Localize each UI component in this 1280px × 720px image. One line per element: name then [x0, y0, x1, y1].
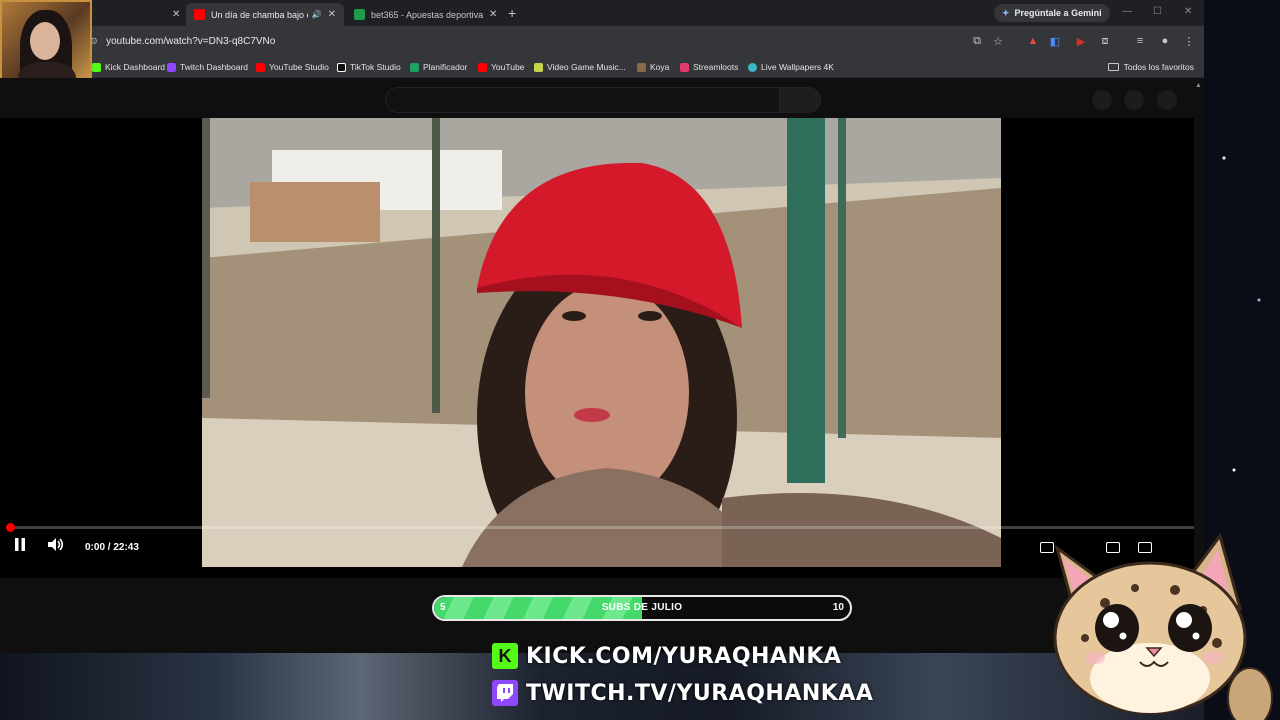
- wallpaper-favicon-icon: [748, 62, 757, 72]
- close-icon[interactable]: ✕: [172, 9, 180, 20]
- gemini-button[interactable]: ✦ Pregúntale a Gemini: [994, 4, 1110, 22]
- close-icon[interactable]: ✕: [328, 9, 336, 20]
- url-text: youtube.com/watch?v=DN3-q8C7VNo: [106, 35, 276, 47]
- extensions-puzzle-icon[interactable]: ⧈: [1098, 34, 1112, 48]
- youtube-studio-favicon-icon: [256, 62, 265, 72]
- twitch-url: TWITCH.TV/YURAQHANKAA: [526, 680, 874, 706]
- kick-link: K KICK.COM/YURAQHANKA: [492, 641, 841, 671]
- twitch-logo-icon: [492, 680, 518, 706]
- bookmark-koya[interactable]: Koya: [637, 60, 669, 74]
- bookmark-youtube[interactable]: YouTube: [478, 60, 524, 74]
- media-control-icon[interactable]: ≡: [1133, 34, 1147, 48]
- bookmark-kick-dashboard[interactable]: Kick Dashboard: [92, 60, 165, 74]
- youtube-favicon-icon: [194, 9, 205, 20]
- bet365-favicon-icon: [354, 9, 365, 20]
- pause-icon[interactable]: [14, 538, 26, 551]
- koya-favicon-icon: [637, 62, 646, 72]
- bookmark-star-icon[interactable]: ☆: [991, 34, 1005, 48]
- maximize-icon[interactable]: ☐: [1153, 6, 1162, 17]
- speaker-icon[interactable]: 🔊: [312, 10, 322, 19]
- extension-icon[interactable]: ▶: [1074, 34, 1088, 48]
- tab-bar: ✕ Un día de chamba bajo el s 🔊 ✕ bet365 …: [0, 0, 1204, 26]
- bookmark-tiktok-studio[interactable]: TikTok Studio: [337, 60, 401, 74]
- tab-previous[interactable]: ✕: [94, 3, 184, 26]
- kick-url: KICK.COM/YURAQHANKA: [526, 643, 842, 669]
- tab-bet365[interactable]: bet365 - Apuestas deportivas e ✕: [346, 3, 506, 26]
- volume-icon[interactable]: [48, 538, 64, 551]
- bookmark-streamloots[interactable]: Streamloots: [680, 60, 738, 74]
- new-tab-button[interactable]: +: [508, 5, 516, 21]
- bookmark-twitch-dashboard[interactable]: Twitch Dashboard: [167, 60, 248, 74]
- twitch-link: TWITCH.TV/YURAQHANKAA: [492, 678, 873, 708]
- window-close-icon[interactable]: ✕: [1184, 6, 1192, 17]
- minimize-icon[interactable]: —: [1122, 6, 1132, 17]
- goal-label: SUBS DE JULIO: [601, 602, 683, 613]
- omnibox[interactable]: ⚙ youtube.com/watch?v=DN3-q8C7VNo: [90, 30, 1020, 52]
- close-icon[interactable]: ✕: [489, 9, 497, 20]
- streamloots-favicon-icon: [680, 62, 689, 72]
- goal-max: 10: [832, 602, 844, 613]
- progress-bar[interactable]: [6, 523, 1194, 532]
- account-avatar-icon[interactable]: [1157, 90, 1177, 110]
- tab-youtube-video[interactable]: Un día de chamba bajo el s 🔊 ✕: [186, 3, 344, 26]
- all-bookmarks-folder[interactable]: Todos los favoritos: [1107, 60, 1194, 74]
- time-display: 0:00 / 22:43: [85, 542, 139, 553]
- address-bar: ⚙ youtube.com/watch?v=DN3-q8C7VNo: [0, 26, 1204, 56]
- search-input[interactable]: [385, 87, 780, 113]
- twitch-favicon-icon: [167, 62, 176, 72]
- tiktok-favicon-icon: [337, 62, 346, 72]
- gemini-label: Pregúntale a Gemini: [1014, 8, 1102, 18]
- screen: ✕ Un día de chamba bajo el s 🔊 ✕ bet365 …: [0, 0, 1280, 720]
- install-app-icon[interactable]: ⧉: [970, 34, 984, 48]
- notifications-icon[interactable]: [1124, 90, 1144, 110]
- subs-goal-bar: 5 SUBS DE JULIO 10: [432, 595, 852, 621]
- folder-icon: [1107, 63, 1119, 71]
- music-favicon-icon: [534, 62, 543, 72]
- video-scene: [202, 118, 1001, 567]
- create-icon[interactable]: [1092, 90, 1112, 110]
- extension-red-icon[interactable]: ▲: [1026, 34, 1040, 48]
- video-frame[interactable]: [202, 118, 1001, 567]
- profile-icon[interactable]: ●: [1158, 34, 1172, 48]
- gemini-icon: ✦: [1002, 7, 1010, 18]
- search-button[interactable]: [779, 87, 821, 113]
- bookmark-live-wallpapers[interactable]: Live Wallpapers 4K: [748, 60, 834, 74]
- video-player[interactable]: 0:00 / 22:43: [0, 118, 1194, 578]
- planner-favicon-icon: [410, 62, 419, 72]
- menu-kebab-icon[interactable]: ⋮: [1182, 34, 1196, 48]
- scroll-up-icon[interactable]: ▲: [1195, 82, 1202, 89]
- scrubber-handle[interactable]: [6, 523, 16, 532]
- bookmark-youtube-studio[interactable]: YouTube Studio: [256, 60, 329, 74]
- kick-favicon-icon: [92, 62, 101, 72]
- translate-icon[interactable]: ◧: [1048, 34, 1062, 48]
- kick-logo-icon: K: [492, 643, 518, 669]
- bookmark-planificador[interactable]: Planificador: [410, 60, 467, 74]
- bookmarks-bar: Kick Dashboard Twitch Dashboard YouTube …: [0, 56, 1204, 78]
- youtube-favicon-icon: [478, 62, 487, 72]
- bookmark-video-game-music[interactable]: Video Game Music...: [534, 60, 626, 74]
- tab-title: Un día de chamba bajo el s: [211, 9, 308, 20]
- tab-title: bet365 - Apuestas deportivas e: [371, 9, 483, 20]
- cat-mascot: [1053, 532, 1273, 720]
